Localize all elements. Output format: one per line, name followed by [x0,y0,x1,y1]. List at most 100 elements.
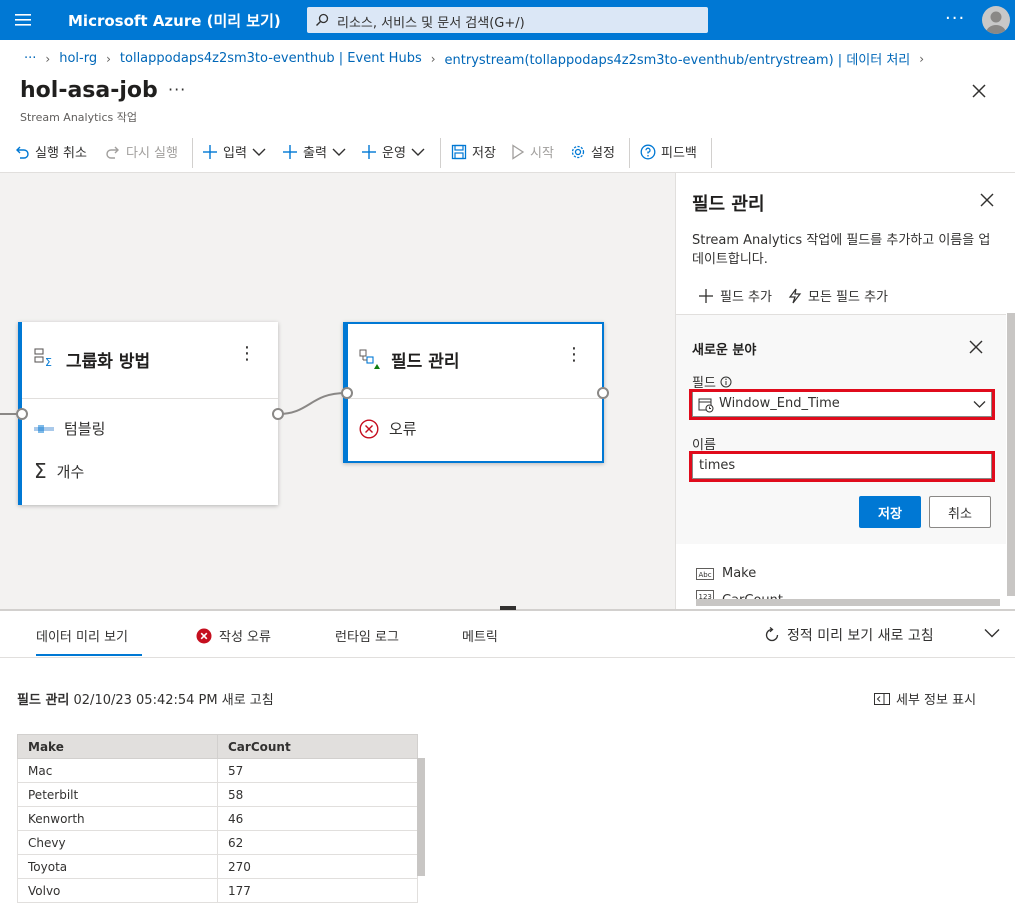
gear-icon [570,144,586,160]
preview-title: 필드 관리 [17,693,70,708]
preview-timestamp: 02/10/23 05:42:54 PM 새로 고침 [73,693,274,708]
lightning-icon [788,288,802,304]
toolbar-divider [440,138,441,168]
manage-fields-node-title: 필드 관리 [391,352,460,372]
operations-dropdown-button[interactable]: 운영 [361,142,425,161]
undo-button[interactable]: 실행 취소 [14,142,87,161]
table-cell: 177 [217,878,418,903]
table-cell: Volvo [17,878,218,903]
close-icon[interactable] [969,340,983,354]
output-dropdown-button[interactable]: 출력 [282,142,346,161]
field-list-item[interactable]: Abc Make [696,566,756,581]
breadcrumb-ellipsis[interactable]: ··· [24,51,36,66]
output-port[interactable] [272,408,284,420]
close-icon[interactable] [970,82,988,100]
table-cell: Peterbilt [17,782,218,807]
tumbling-window-icon [34,423,54,435]
node-divider [348,398,602,399]
manage-fields-node[interactable]: 필드 관리 ⋮ 오류 [343,322,604,463]
page-subtitle: Stream Analytics 작업 [20,111,137,124]
input-port[interactable] [341,387,353,399]
tab-data-preview[interactable]: 데이터 미리 보기 [36,626,128,645]
tab-authoring-errors[interactable]: 작성 오류 [196,626,271,645]
chevron-down-icon [332,147,346,157]
input-port[interactable] [16,408,28,420]
node-more-icon[interactable]: ⋮ [565,346,583,364]
redo-label: 다시 실행 [126,146,178,161]
show-details-button[interactable]: 세부 정보 표시 [874,689,976,708]
search-input[interactable]: 리소스, 서비스 및 문서 검색(G+/) [307,7,708,33]
table-cell: Kenworth [17,806,218,831]
hamburger-menu-icon[interactable] [14,11,34,29]
add-all-fields-button[interactable]: 모든 필드 추가 [788,286,888,305]
table-vertical-scrollbar[interactable] [417,758,425,876]
table-cell: 46 [217,806,418,831]
feedback-button[interactable]: 피드백 [640,142,697,161]
node-row-tumbling: 텀블링 [34,418,105,439]
settings-label: 설정 [591,146,615,161]
chevron-right-icon: › [45,51,51,66]
panel-vertical-scrollbar[interactable] [1007,313,1015,596]
group-by-node[interactable]: Σ 그룹화 방법 ⋮ 텀블링 Σ 개수 [18,322,278,505]
redo-button[interactable]: 다시 실행 [105,142,178,161]
undo-icon [14,144,30,160]
operations-label: 운영 [382,146,406,161]
feedback-label: 피드백 [661,146,697,161]
close-icon[interactable] [979,192,995,208]
tab-runtime-logs[interactable]: 런타임 로그 [335,626,399,645]
search-placeholder: 리소스, 서비스 및 문서 검색(G+/) [337,16,525,31]
column-header[interactable]: CarCount [217,734,418,759]
table-row: Toyota 270 [17,854,418,879]
plus-icon [282,144,298,160]
output-port[interactable] [597,387,609,399]
table-row: Chevy 62 [17,830,418,855]
settings-button[interactable]: 설정 [570,142,615,161]
start-label: 시작 [530,146,554,161]
app-title[interactable]: Microsoft Azure (미리 보기) [68,10,281,31]
plus-icon [202,144,218,160]
breadcrumb-item-entrystream[interactable]: entrystream(tollappodaps4z2sm3to-eventhu… [445,49,911,68]
form-cancel-button[interactable]: 취소 [929,496,991,528]
diagram-canvas[interactable]: Σ 그룹화 방법 ⋮ 텀블링 Σ 개수 필드 관리 ⋮ 오류 [0,173,675,610]
refresh-static-preview-button[interactable]: 정적 미리 보기 새로 고침 [764,625,934,645]
breadcrumb-item-event-hubs[interactable]: tollappodaps4z2sm3to-eventhub | Event Hu… [120,51,422,66]
breadcrumb-item-resource-group[interactable]: hol-rg [59,51,97,66]
manage-fields-panel: 필드 관리 Stream Analytics 작업에 필드를 추가하고 이름을 … [675,173,1015,610]
chevron-down-icon[interactable] [984,628,1000,638]
column-header[interactable]: Make [17,734,218,759]
details-panel-icon [874,692,890,705]
text-type-icon: Abc [696,567,714,580]
more-options-icon[interactable]: ··· [945,8,965,29]
node-row-label: 오류 [389,420,417,438]
node-more-icon[interactable]: ⋮ [238,345,256,363]
tab-metrics[interactable]: 메트릭 [462,626,498,645]
active-tab-indicator [36,654,142,656]
avatar[interactable] [982,6,1010,34]
save-button[interactable]: 저장 [451,142,496,161]
input-label: 입력 [223,146,247,161]
start-button[interactable]: 시작 [511,142,554,161]
node-row-label: 텀블링 [64,420,106,438]
field-select-highlight [689,389,995,420]
panel-horizontal-scrollbar[interactable] [696,599,1000,606]
refresh-icon [764,627,780,643]
input-dropdown-button[interactable]: 입력 [202,142,266,161]
add-all-fields-label: 모든 필드 추가 [807,290,889,305]
name-input-highlight [689,451,995,482]
form-save-button[interactable]: 저장 [859,496,921,528]
group-by-node-title: 그룹화 방법 [66,352,151,372]
add-field-button[interactable]: 필드 추가 [698,286,772,305]
field-name: Make [722,566,757,581]
tab-label: 작성 오류 [219,630,271,645]
error-circle-icon [359,418,379,439]
title-more-icon[interactable]: ··· [168,80,186,99]
output-label: 출력 [303,146,327,161]
info-icon[interactable] [720,376,732,388]
panel-description: Stream Analytics 작업에 필드를 추가하고 이름을 업데이트합니… [692,233,991,267]
table-cell: 62 [217,830,418,855]
undo-label: 실행 취소 [35,146,87,161]
chevron-right-icon: › [106,51,111,66]
form-title: 새로운 분야 [692,343,757,358]
splitter-handle[interactable] [500,606,516,610]
table-cell: Toyota [17,854,218,879]
